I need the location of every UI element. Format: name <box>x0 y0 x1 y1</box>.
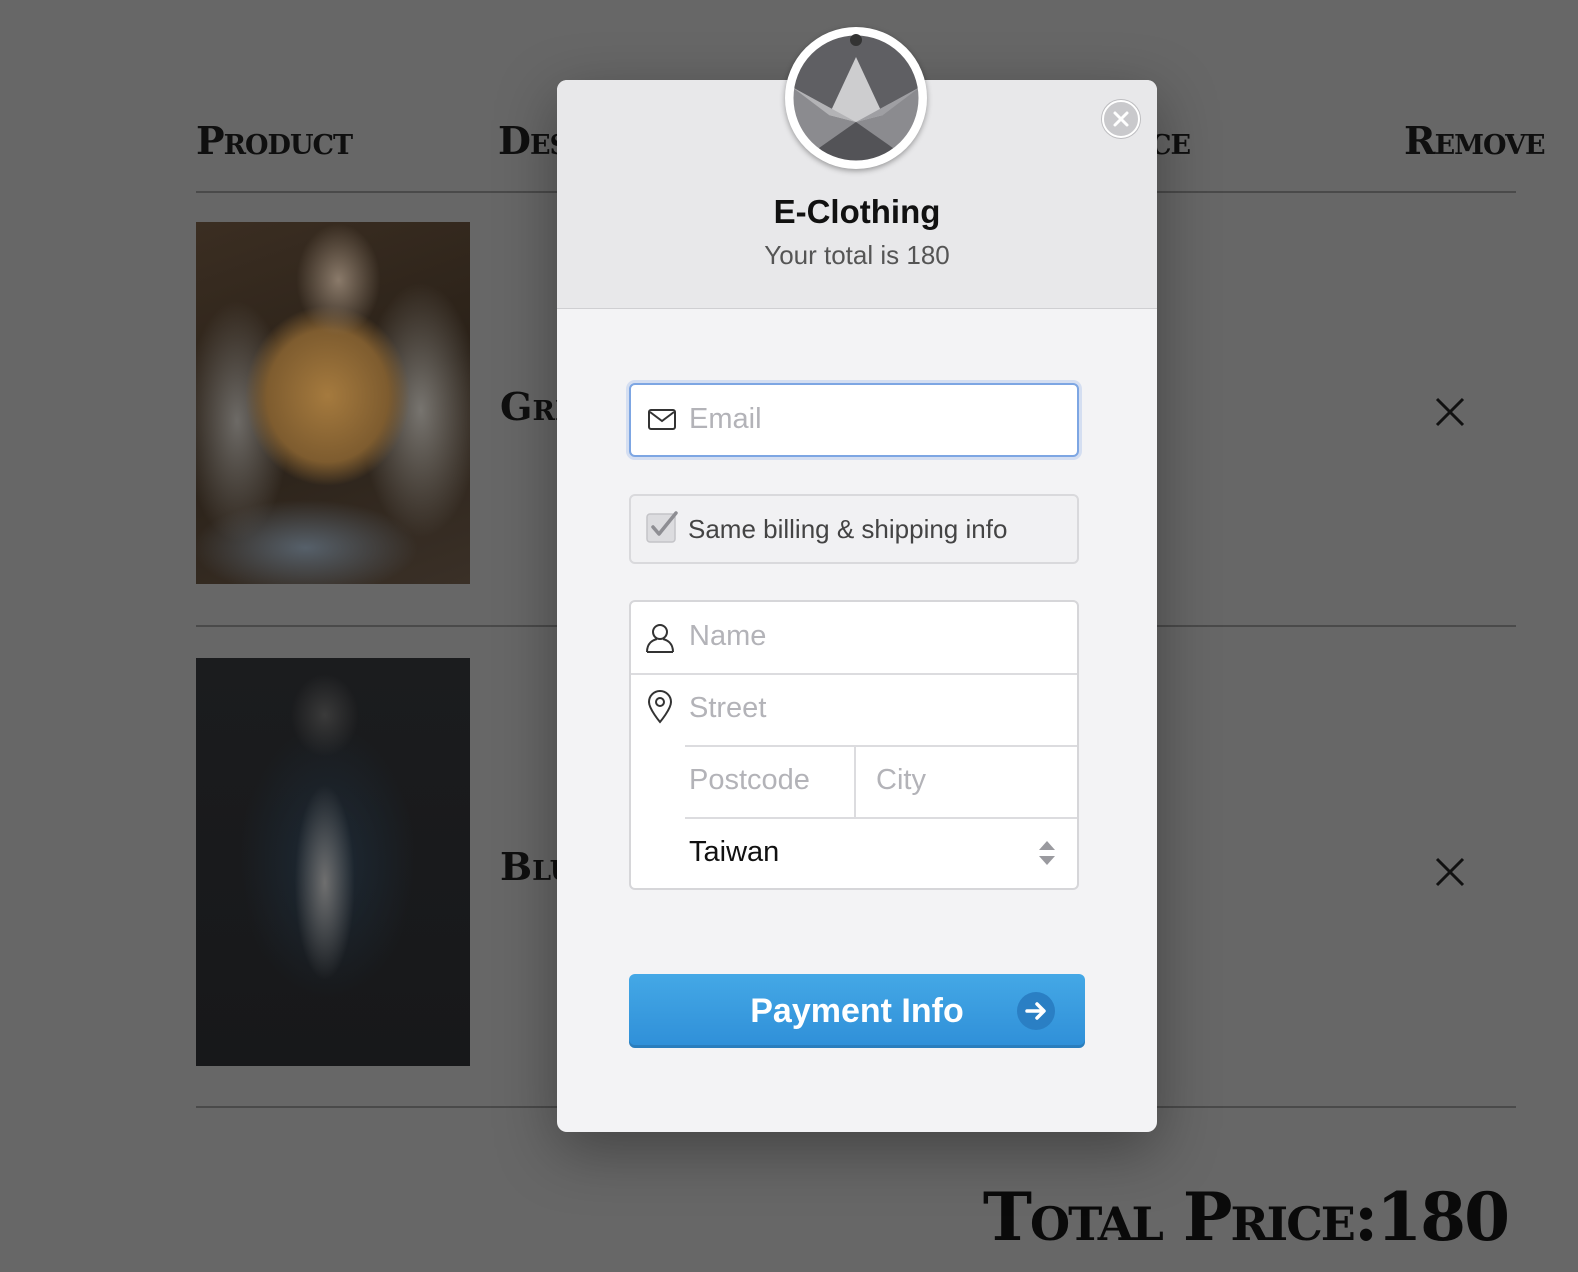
total-price: Total Price:180 <box>982 1178 1510 1256</box>
product-image-1 <box>196 222 470 584</box>
user-icon <box>646 624 674 653</box>
same-billing-shipping-row[interactable]: Same billing & shipping info <box>629 494 1079 564</box>
postcode-field[interactable]: Postcode <box>685 746 855 818</box>
same-billing-shipping-label: Same billing & shipping info <box>688 514 1008 544</box>
payment-info-button[interactable]: Payment Info <box>629 974 1085 1048</box>
street-placeholder: Street <box>689 692 767 724</box>
city-placeholder: City <box>876 764 926 796</box>
address-fields: Name Street Postcode City Taiwan <box>629 600 1079 890</box>
remove-item-1-icon[interactable] <box>1434 396 1466 428</box>
header-product: Product <box>196 118 353 163</box>
store-logo <box>785 27 927 169</box>
street-field[interactable]: Street <box>631 674 1077 746</box>
header-remove: Remove <box>1404 118 1546 163</box>
location-pin-icon <box>647 690 673 724</box>
email-placeholder: Email <box>689 403 762 435</box>
arrow-right-icon <box>1017 992 1055 1030</box>
country-select[interactable]: Taiwan <box>631 818 1077 888</box>
close-icon <box>1113 111 1129 127</box>
checkbox-checked-icon[interactable] <box>645 510 679 544</box>
remove-item-2-icon[interactable] <box>1434 856 1466 888</box>
mountain-logo-icon <box>790 32 922 164</box>
modal-title: E-Clothing <box>773 193 941 230</box>
select-arrows-icon <box>1039 841 1055 865</box>
mail-icon <box>648 409 676 430</box>
name-field[interactable]: Name <box>631 602 1077 674</box>
modal-subtitle: Your total is 180 <box>764 240 950 270</box>
postcode-placeholder: Postcode <box>689 764 810 796</box>
name-placeholder: Name <box>689 620 767 652</box>
email-field[interactable]: Email <box>629 383 1079 457</box>
city-field[interactable]: City <box>856 746 1077 818</box>
product-image-2 <box>196 658 470 1066</box>
country-value: Taiwan <box>689 836 780 868</box>
close-button[interactable] <box>1102 100 1140 138</box>
